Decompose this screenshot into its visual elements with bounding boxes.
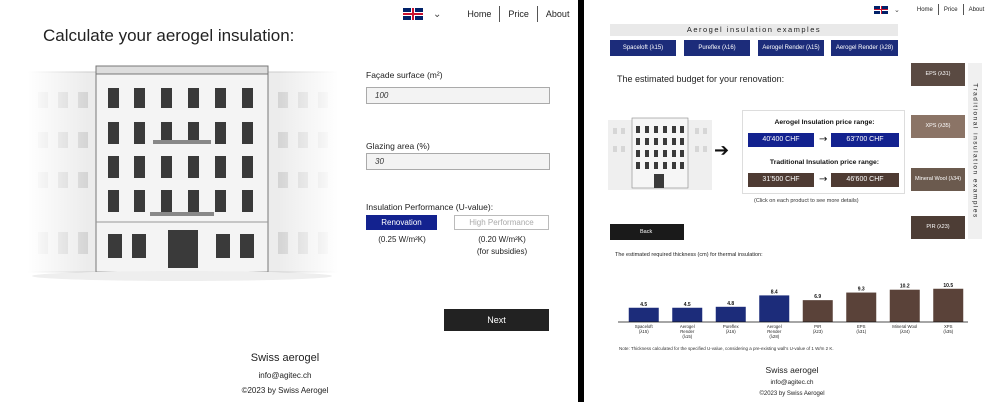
chevron-down-icon[interactable]: ⌄: [894, 6, 900, 14]
chart-bar: [715, 306, 746, 322]
back-button[interactable]: Back: [610, 224, 684, 240]
chart-value-label: 8.4: [771, 289, 778, 295]
footer-title: Swiss aerogel: [250, 352, 320, 364]
uk-flag-icon[interactable]: [403, 8, 423, 20]
footer-email-link[interactable]: info@agitec.ch: [235, 371, 335, 380]
footer-copyright: ©2023 by Swiss Aerogel: [241, 386, 329, 395]
top-nav: ⌄ Home Price About: [874, 4, 989, 15]
chart-category-label: (λ34): [900, 329, 910, 334]
chart-bar: [802, 300, 833, 322]
chart-value-label: 4.5: [640, 302, 647, 308]
footer: Swiss aerogel info@agitec.ch ©2023 by Sw…: [742, 365, 842, 397]
uvalue-label: Insulation Performance (U-value):: [366, 202, 494, 212]
thickness-chart-title: The estimated required thickness (cm) fo…: [615, 252, 763, 258]
product-aerogel-render-28-button[interactable]: Aerogel Render (λ28): [831, 40, 898, 56]
chart-category-label: (λ31): [856, 329, 866, 334]
chart-category-label: (λ35): [943, 329, 953, 334]
subsidies-note: (for subsidies): [476, 247, 528, 256]
nav-about-link[interactable]: About: [964, 7, 990, 13]
budget-title: The estimated budget for your renovation…: [617, 74, 785, 84]
chevron-down-icon[interactable]: ⌄: [433, 9, 441, 20]
thickness-chart: 4.5Spaceloft(λ15)4.5AerogelRender(λ15)4.…: [618, 283, 968, 339]
uk-flag-icon[interactable]: [874, 5, 888, 14]
facade-surface-label: Façade surface (m²): [366, 70, 443, 80]
arrow-right-icon: →: [819, 174, 828, 185]
chart-value-label: 4.5: [684, 302, 691, 308]
product-spaceloft-button[interactable]: Spaceloft (λ15): [610, 40, 676, 56]
chart-value-label: 9.3: [858, 287, 865, 293]
thickness-chart-note: Note: Thickness calculated for the speci…: [619, 346, 834, 351]
chart-category-label: (λ15): [639, 329, 649, 334]
chart-bar: [759, 295, 790, 322]
next-button[interactable]: Next: [444, 309, 549, 331]
click-product-note: (Click on each product to see more detai…: [754, 198, 859, 204]
nav-price-link[interactable]: Price: [939, 7, 963, 13]
chart-value-label: 10.5: [943, 283, 953, 289]
calculator-page: ⌄ Home Price About Calculate your aeroge…: [0, 0, 578, 402]
footer-title: Swiss aerogel: [765, 365, 819, 375]
building-illustration: [28, 62, 338, 282]
product-pir-image[interactable]: PIR (λ23): [911, 216, 965, 239]
aerogel-min-price: 40'400 CHF: [748, 133, 814, 147]
traditional-min-price: 31'500 CHF: [748, 173, 814, 187]
chart-category-label: (λ23): [813, 329, 823, 334]
aerogel-range-title: Aerogel Insulation price range:: [774, 119, 875, 126]
chart-value-label: 4.8: [727, 301, 734, 307]
chart-value-label: 10.2: [900, 284, 910, 290]
aerogel-max-price: 63'700 CHF: [831, 133, 899, 147]
chart-bar: [933, 288, 964, 322]
chart-bar: [628, 307, 659, 322]
footer: Swiss aerogel info@agitec.ch ©2023 by Sw…: [235, 352, 335, 395]
nav-about-link[interactable]: About: [538, 9, 578, 19]
chart-value-label: 6.9: [814, 294, 821, 300]
chart-category-label: (λ15): [682, 334, 692, 339]
renovation-uvalue-note: (0.25 W/m²K): [378, 235, 426, 244]
chart-bar: [672, 307, 703, 322]
traditional-range-title: Traditional Insulation price range:: [769, 159, 880, 166]
product-eps-image[interactable]: EPS (λ31): [911, 63, 965, 86]
building-thumbnail: [608, 117, 712, 190]
top-nav: ⌄ Home Price About: [403, 6, 577, 22]
traditional-examples-header: Traditional insulation examples: [971, 83, 979, 219]
results-page: ⌄ Home Price About Aerogel insulation ex…: [584, 0, 1000, 402]
nav-home-link[interactable]: Home: [459, 9, 499, 19]
traditional-max-price: 46'600 CHF: [831, 173, 899, 187]
nav-price-link[interactable]: Price: [500, 9, 537, 19]
chart-category-label: (λ28): [769, 334, 779, 339]
high-performance-uvalue-note: (0.20 W/m²K): [478, 235, 526, 244]
product-pureflex-button[interactable]: Pureflex (λ16): [684, 40, 750, 56]
renovation-button[interactable]: Renovation: [366, 215, 437, 230]
footer-copyright: ©2023 by Swiss Aerogel: [759, 391, 825, 397]
arrow-right-icon: →: [819, 134, 828, 145]
chart-bar: [889, 289, 920, 322]
aerogel-examples-header: Aerogel insulation examples: [610, 24, 898, 36]
product-xps-image[interactable]: XPS (λ35): [911, 115, 965, 138]
product-aerogel-render-15-button[interactable]: Aerogel Render (λ15): [758, 40, 824, 56]
nav-home-link[interactable]: Home: [912, 7, 938, 13]
traditional-examples-sidebar: Traditional insulation examples: [968, 63, 982, 239]
chart-category-label: (λ16): [726, 329, 736, 334]
arrow-right-icon: ➔: [714, 140, 730, 161]
glazing-area-input[interactable]: 30: [366, 153, 550, 170]
facade-surface-input[interactable]: 100: [366, 87, 550, 104]
page-title: Calculate your aerogel insulation:: [43, 26, 295, 45]
high-performance-button[interactable]: High Performance: [454, 215, 549, 230]
footer-email-link[interactable]: info@agitec.ch: [742, 379, 842, 386]
chart-bar: [846, 292, 877, 322]
price-range-panel: Aerogel Insulation price range: 40'400 C…: [742, 110, 905, 194]
glazing-area-label: Glazing area (%): [366, 141, 430, 151]
product-mineral-wool-image[interactable]: Mineral Wool (λ34): [911, 168, 965, 191]
